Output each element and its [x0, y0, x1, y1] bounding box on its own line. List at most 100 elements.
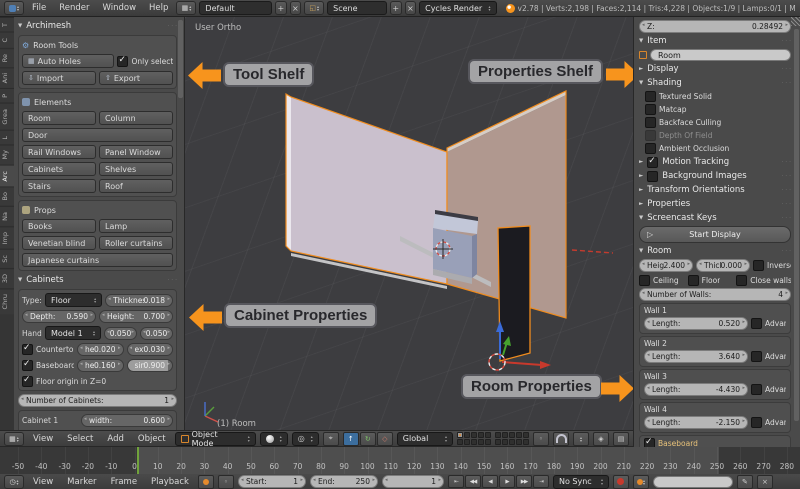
- layer-toggle[interactable]: [478, 432, 484, 438]
- play-button[interactable]: ▶: [498, 475, 515, 488]
- wall-2-advance-checkbox[interactable]: Advance: [751, 351, 786, 362]
- baseboard-height-field[interactable]: height: 0.160: [77, 359, 124, 372]
- start-frame-field[interactable]: Start: 1: [237, 475, 306, 488]
- add-column-button[interactable]: Column: [99, 111, 173, 125]
- wall-4-advance-checkbox[interactable]: Advance: [751, 417, 786, 428]
- hand-value-1-field[interactable]: 0.050: [104, 326, 137, 340]
- add-stairs-button[interactable]: Stairs: [22, 179, 96, 193]
- next-keyframe-button[interactable]: ▶▶: [515, 475, 532, 488]
- layer-toggle[interactable]: [523, 439, 529, 445]
- scene-name-field[interactable]: Scene: [327, 1, 387, 15]
- room-thickness-field[interactable]: Thickn: 0.000: [696, 259, 750, 272]
- render-engine-dropdown[interactable]: Cycles Render: [419, 1, 497, 15]
- textured-solid-checkbox[interactable]: Textured Solid: [639, 91, 791, 102]
- hand-model-dropdown[interactable]: Model 1: [45, 326, 101, 340]
- toolshelf-tab[interactable]: C: [0, 31, 14, 48]
- baseboard-checkbox[interactable]: Baseboard: [22, 359, 74, 371]
- layer-toggle[interactable]: [485, 439, 491, 445]
- sync-mode-dropdown[interactable]: No Sync: [552, 474, 609, 489]
- scene-browse-button[interactable]: ◱ ▴ ▾: [304, 1, 325, 15]
- wall-3-advance-checkbox[interactable]: Advance: [751, 384, 786, 395]
- panel-archimesh-header[interactable]: Archimesh: [18, 20, 177, 32]
- transform-orientation-dropdown[interactable]: Global: [396, 431, 453, 446]
- layer-toggle[interactable]: [523, 432, 529, 438]
- jump-to-start-button[interactable]: ⇤: [447, 475, 464, 488]
- panel-transform-orientations-header[interactable]: Transform Orientations: [639, 184, 791, 196]
- hand-value-2-field[interactable]: 0.050: [140, 326, 173, 340]
- pivot-point-dropdown[interactable]: ◎: [291, 431, 319, 446]
- layer-toggle[interactable]: [502, 439, 508, 445]
- layer-toggle[interactable]: [471, 432, 477, 438]
- previous-keyframe-button[interactable]: ◀◀: [464, 475, 481, 488]
- interaction-mode-dropdown[interactable]: Object Mode: [174, 431, 256, 446]
- add-lamp-button[interactable]: Lamp: [99, 219, 173, 233]
- add-roller-curtains-button[interactable]: Roller curtains: [99, 236, 173, 250]
- layer-toggle[interactable]: [495, 432, 501, 438]
- add-cabinets-button[interactable]: Cabinets: [22, 162, 96, 176]
- number-of-walls-field[interactable]: Number of Walls: 4: [639, 288, 791, 301]
- location-z-field[interactable]: Z: 0.28492: [639, 20, 791, 33]
- viewport-shading-dropdown[interactable]: [259, 431, 288, 446]
- screen-layout-browse-button[interactable]: ▦ ▴ ▾: [176, 1, 197, 15]
- add-rail-windows-button[interactable]: Rail Windows: [22, 145, 96, 159]
- start-display-button[interactable]: Start Display: [639, 226, 791, 243]
- menu-window[interactable]: Window: [98, 3, 142, 13]
- thickness-field[interactable]: Thickness: 0.018: [105, 293, 173, 307]
- panel-motion-tracking-header[interactable]: Motion Tracking: [639, 156, 791, 168]
- countertop-extend-field[interactable]: extend: 0.030: [126, 343, 173, 356]
- menu-view[interactable]: View: [28, 434, 58, 444]
- record-button[interactable]: [612, 474, 629, 489]
- layer-toggle[interactable]: [509, 439, 515, 445]
- wall-3-length-field[interactable]: Length: -4.430: [644, 383, 748, 396]
- current-frame-field[interactable]: 1: [381, 475, 444, 488]
- object-name-field[interactable]: [650, 49, 791, 61]
- menu-help[interactable]: Help: [144, 3, 173, 13]
- toolshelf-tab[interactable]: P: [0, 88, 14, 104]
- toolshelf-scrollbar[interactable]: [178, 20, 183, 98]
- room-baseboard-checkbox[interactable]: Baseboard: [644, 437, 786, 447]
- toolshelf-tab[interactable]: Re: [0, 47, 14, 67]
- panel-room-header[interactable]: Room: [639, 245, 791, 257]
- ceiling-checkbox[interactable]: Ceiling: [639, 274, 685, 286]
- toolshelf-tab[interactable]: Grea: [0, 103, 14, 130]
- panel-display-header[interactable]: Display: [639, 63, 791, 75]
- layer-toggle[interactable]: [502, 432, 508, 438]
- manipulator-toggle-button[interactable]: ⌖: [322, 431, 339, 446]
- toolshelf-tab[interactable]: Imp: [0, 225, 14, 249]
- delete-scene-button[interactable]: ×: [404, 1, 417, 15]
- add-shelves-button[interactable]: Shelves: [99, 162, 173, 176]
- menu-render[interactable]: Render: [54, 3, 94, 13]
- scale-manipulator-button[interactable]: ◇: [376, 431, 393, 446]
- layer-toggle[interactable]: [495, 439, 501, 445]
- close-layout-button[interactable]: ×: [289, 1, 302, 15]
- propshelf-scrollbar[interactable]: [794, 29, 799, 421]
- lock-to-scene-button[interactable]: ◦: [533, 431, 549, 446]
- add-layout-button[interactable]: +: [275, 1, 287, 15]
- add-roof-button[interactable]: Roof: [99, 179, 173, 193]
- menu-marker[interactable]: Marker: [62, 477, 101, 487]
- add-scene-button[interactable]: +: [389, 1, 402, 15]
- layer-toggle[interactable]: [516, 439, 522, 445]
- cabinet-type-dropdown[interactable]: Floor: [45, 293, 103, 307]
- layer-toggle[interactable]: [471, 439, 477, 445]
- layer-toggle[interactable]: [509, 432, 515, 438]
- panel-background-images-header[interactable]: Background Images: [639, 170, 791, 182]
- translate-manipulator-button[interactable]: ↑: [342, 431, 359, 446]
- backface-culling-checkbox[interactable]: Backface Culling: [639, 117, 791, 128]
- menu-select[interactable]: Select: [62, 434, 98, 444]
- toolshelf-tab[interactable]: Ani: [0, 66, 14, 89]
- sink-slider[interactable]: sink: 0.900: [126, 359, 173, 372]
- toolshelf-tab[interactable]: Chru: [0, 287, 14, 315]
- add-room-button[interactable]: Room: [22, 111, 96, 125]
- menu-file[interactable]: File: [27, 3, 51, 13]
- timeline-ruler[interactable]: -50 -40 -30 -20 -10 0 10 20 30 40 50 60 70 80 90 100 110…: [0, 447, 800, 475]
- depth-field[interactable]: Depth: 0.590: [22, 310, 96, 323]
- play-reverse-button[interactable]: ◀: [481, 475, 498, 488]
- toolshelf-tab[interactable]: Bo: [0, 186, 14, 206]
- floor-origin-checkbox[interactable]: Floor origin in Z=0: [22, 375, 106, 387]
- menu-playback[interactable]: Playback: [146, 477, 194, 487]
- menu-frame[interactable]: Frame: [106, 477, 142, 487]
- toolshelf-tab[interactable]: L: [0, 129, 14, 145]
- inverse-checkbox[interactable]: Inverse: [753, 260, 791, 271]
- add-door-button[interactable]: Door: [22, 128, 173, 142]
